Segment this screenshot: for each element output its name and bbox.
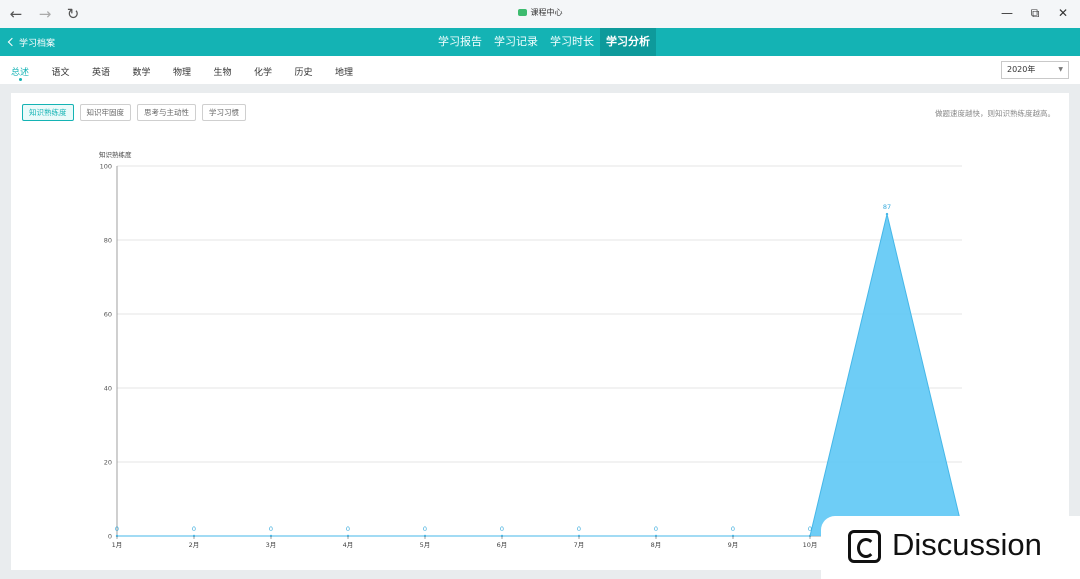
subject-tab-3[interactable]: 英语	[92, 65, 133, 78]
window-title: 课程中心	[0, 7, 1080, 18]
app-icon	[517, 9, 527, 16]
x-tick-label: 4月	[343, 541, 354, 549]
analysis-panel: 知识熟练度 知识牢固度 思考与主动性 学习习惯 做题速度越快，则知识熟练度越高。 02…	[11, 93, 1069, 570]
subject-tab-6[interactable]: 生物	[214, 65, 255, 78]
x-tick-label: 9月	[728, 541, 739, 549]
subject-tabs: 总述 语文 英语 数学 物理 生物 化学 历史 地理	[11, 65, 376, 81]
y-tick-label: 100	[100, 163, 112, 171]
x-tick-label: 8月	[651, 541, 662, 549]
data-label: 0	[346, 525, 350, 533]
data-label: 0	[577, 525, 581, 533]
subject-tab-5[interactable]: 物理	[173, 65, 214, 78]
app-header: 学习档案 学习报告 学习记录 学习时长 学习分析	[0, 28, 1080, 56]
data-point	[885, 212, 889, 216]
data-label: 0	[115, 525, 119, 533]
window-title-text: 课程中心	[530, 8, 563, 17]
report-tabs: 学习报告 学习记录 学习时长 学习分析	[432, 28, 656, 56]
subject-tab-4[interactable]: 数学	[133, 65, 174, 78]
y-tick-label: 40	[104, 385, 112, 393]
data-label: 87	[883, 203, 891, 211]
x-tick-label: 7月	[574, 541, 585, 549]
subject-tab-8[interactable]: 历史	[295, 65, 336, 78]
y-tick-label: 80	[104, 237, 112, 245]
data-label: 0	[731, 525, 735, 533]
back-button[interactable]: 学习档案	[7, 36, 56, 49]
subject-tab-2[interactable]: 语文	[52, 65, 93, 78]
y-tick-label: 20	[104, 459, 112, 467]
subject-tab-1[interactable]: 总述	[11, 65, 52, 81]
y-axis-label: 知识熟练度	[99, 150, 132, 159]
x-tick-label: 6月	[497, 541, 508, 549]
series-area	[117, 214, 964, 536]
subject-bar: 总述 语文 英语 数学 物理 生物 化学 历史 地理 2020年 ▼	[0, 56, 1080, 84]
close-icon[interactable]: ✕	[1055, 5, 1071, 21]
back-button-label: 学习档案	[19, 39, 56, 49]
data-label: 0	[654, 525, 658, 533]
data-label: 0	[423, 525, 427, 533]
discussion-icon	[848, 530, 881, 563]
data-label: 0	[808, 525, 812, 533]
tab-3[interactable]: 学习时长	[544, 28, 600, 56]
subject-tab-7[interactable]: 化学	[254, 65, 295, 78]
tab-2[interactable]: 学习记录	[488, 28, 544, 56]
year-select-value: 2020年	[1007, 65, 1036, 74]
y-tick-label: 0	[108, 533, 112, 541]
x-tick-label: 1月	[112, 541, 123, 549]
window-titlebar: ← → ↻ 课程中心 — ⧉ ✕	[0, 0, 1080, 28]
x-tick-label: 5月	[420, 541, 431, 549]
proficiency-chart: 020406080100知识熟练度0 0 0 0 0 0 0 0 0 0871月 2月 3月 4月 5月 6…	[99, 150, 966, 549]
chevron-left-icon	[7, 37, 17, 47]
y-tick-label: 60	[104, 311, 112, 319]
caret-down-icon: ▼	[1058, 66, 1063, 73]
tab-4[interactable]: 学习分析	[600, 28, 656, 56]
x-tick-label: 3月	[266, 541, 277, 549]
tab-1[interactable]: 学习报告	[432, 28, 488, 56]
data-label: 0	[192, 525, 196, 533]
restore-icon[interactable]: ⧉	[1027, 5, 1043, 21]
subject-tab-9[interactable]: 地理	[335, 65, 376, 78]
x-tick-label: 10月	[803, 541, 818, 549]
discussion-label: Discussion	[892, 527, 1042, 562]
data-label: 0	[269, 525, 273, 533]
discussion-overlay[interactable]: Discussion	[821, 516, 1080, 579]
minimize-icon[interactable]: —	[999, 5, 1015, 21]
x-tick-label: 2月	[189, 541, 200, 549]
year-select[interactable]: 2020年 ▼	[1001, 61, 1069, 79]
data-label: 0	[500, 525, 504, 533]
